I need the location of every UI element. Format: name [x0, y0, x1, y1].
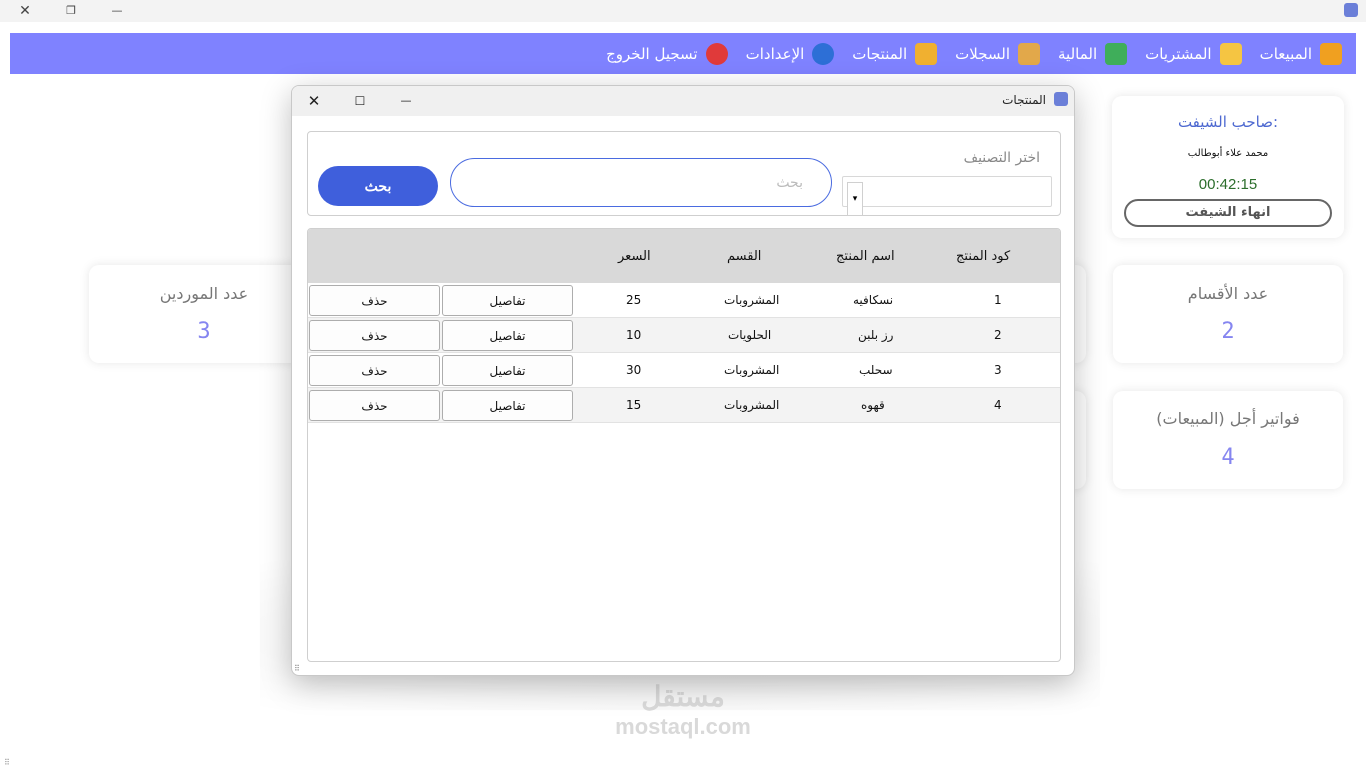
cell-name: سحلب	[859, 363, 893, 377]
shift-timer: 00:42:15	[1198, 176, 1258, 193]
resize-grip-icon[interactable]: ⠿	[4, 758, 10, 767]
maximize-icon[interactable]: ☐	[350, 91, 370, 111]
nav-item-sales[interactable]: المبيعات	[1259, 42, 1342, 65]
category-legend: اختر التصنيف	[959, 150, 1044, 166]
category-group: ▾	[842, 176, 1052, 216]
nav-item-settings[interactable]: الإعدادات	[745, 42, 835, 65]
delete-button[interactable]: حذف	[309, 355, 440, 386]
cell-price: 15	[626, 398, 642, 412]
watermark: مستقل mostaql.com	[600, 680, 766, 740]
details-button[interactable]: تفاصيل	[442, 355, 573, 386]
card-title: عدد الموردين	[159, 284, 249, 303]
minimize-icon[interactable]: —	[396, 91, 416, 111]
nav-item-label: الإعدادات	[745, 44, 805, 63]
details-button[interactable]: تفاصيل	[442, 320, 573, 351]
cell-section: المشروبات	[724, 293, 780, 307]
restore-icon[interactable]: ❐	[62, 2, 80, 20]
dialog-titlebar: ✕ ☐ — المنتجات	[292, 86, 1074, 116]
table-row: 2 رز بلبن الحلويات 10 تفاصيل حذف	[308, 318, 1060, 353]
nav-item-label: تسجيل الخروج	[606, 44, 698, 63]
watermark-url: mostaql.com	[615, 714, 751, 739]
nav-item-products[interactable]: المنتجات	[852, 42, 938, 65]
column-header-name: اسم المنتج	[836, 249, 895, 264]
shift-card: صاحب الشيفت: محمد علاء أبوطالب 00:42:15 …	[1112, 96, 1344, 238]
card-title: عدد الأقسام	[1187, 284, 1269, 303]
nav-item-label: المالية	[1058, 44, 1098, 63]
suppliers-count-card: عدد الموردين 3	[89, 265, 319, 363]
products-dialog: ✕ ☐ — المنتجات ▾ اختر التصنيف بحث كود ال…	[291, 85, 1075, 676]
delete-button[interactable]: حذف	[309, 285, 440, 316]
close-icon[interactable]: ✕	[304, 91, 324, 111]
dialog-title: المنتجات	[1002, 93, 1046, 107]
nav-item-label: المشتريات	[1145, 44, 1212, 63]
main-navbar: المبيعات المشتريات المالية السجلات المنت…	[10, 33, 1356, 74]
close-icon[interactable]: ✕	[16, 2, 34, 20]
minimize-icon[interactable]: —	[108, 2, 126, 20]
app-icon	[1344, 3, 1358, 17]
search-button[interactable]: بحث	[318, 166, 438, 206]
card-value: 4	[1221, 445, 1235, 470]
nav-item-records[interactable]: السجلات	[955, 42, 1041, 65]
cell-code: 2	[994, 328, 1002, 342]
cell-section: المشروبات	[724, 398, 780, 412]
cell-name: نسكافيه	[853, 293, 894, 307]
table-row: 3 سحلب المشروبات 30 تفاصيل حذف	[308, 353, 1060, 388]
sections-count-card: عدد الأقسام 2	[1113, 265, 1343, 363]
cell-price: 10	[626, 328, 642, 342]
cell-name: رز بلبن	[858, 328, 894, 342]
table-row: 1 نسكافيه المشروبات 25 تفاصيل حذف	[308, 283, 1060, 318]
details-button[interactable]: تفاصيل	[442, 390, 573, 421]
table-row: 4 قهوه المشروبات 15 تفاصيل حذف	[308, 388, 1060, 423]
cell-code: 3	[994, 363, 1002, 377]
card-value: 2	[1221, 319, 1235, 344]
end-shift-button[interactable]: انهاء الشيفت	[1124, 199, 1332, 227]
cell-price: 30	[626, 363, 642, 377]
category-combo[interactable]: ▾	[847, 182, 863, 216]
cell-section: الحلويات	[728, 328, 772, 342]
cell-code: 1	[994, 293, 1002, 307]
resize-grip-icon[interactable]: ⠿	[294, 665, 302, 673]
gear-icon	[812, 42, 835, 65]
cell-price: 25	[626, 293, 642, 307]
products-table: كود المنتج اسم المنتج القسم السعر 1 نسكا…	[307, 228, 1061, 662]
cell-code: 4	[994, 398, 1002, 412]
cell-name: قهوه	[861, 398, 885, 412]
search-input[interactable]	[450, 158, 832, 207]
card-title: فواتير أجل (المبيعات)	[1156, 409, 1300, 428]
shift-owner-name: محمد علاء أبوطالب	[1187, 148, 1269, 159]
app-icon	[1054, 92, 1068, 106]
delete-button[interactable]: حذف	[309, 320, 440, 351]
logout-icon	[705, 42, 728, 65]
card-value: 3	[197, 319, 211, 344]
delete-button[interactable]: حذف	[309, 390, 440, 421]
nav-item-label: المنتجات	[852, 44, 908, 63]
column-header-price: السعر	[618, 249, 651, 264]
shift-owner-label: صاحب الشيفت:	[1177, 113, 1279, 131]
money-hand-icon	[1105, 42, 1128, 65]
nav-item-finance[interactable]: المالية	[1058, 42, 1128, 65]
watermark-logo: مستقل	[641, 681, 725, 712]
cell-section: المشروبات	[724, 363, 780, 377]
boxes-icon	[915, 42, 938, 65]
search-panel: ▾ اختر التصنيف بحث	[307, 131, 1061, 216]
nav-item-logout[interactable]: تسجيل الخروج	[606, 42, 728, 65]
register-icon	[1018, 42, 1041, 65]
column-header-code: كود المنتج	[956, 249, 1011, 264]
table-header: كود المنتج اسم المنتج القسم السعر	[308, 229, 1060, 283]
nav-item-purchases[interactable]: المشتريات	[1145, 42, 1242, 65]
credit-invoices-card: فواتير أجل (المبيعات) 4	[1113, 391, 1343, 489]
chart-up-icon	[1320, 42, 1342, 65]
cart-icon	[1219, 42, 1242, 65]
details-button[interactable]: تفاصيل	[442, 285, 573, 316]
column-header-section: القسم	[727, 249, 762, 264]
outer-titlebar: ✕ ❐ —	[0, 0, 1366, 22]
nav-item-label: السجلات	[955, 44, 1011, 63]
nav-item-label: المبيعات	[1259, 44, 1312, 63]
